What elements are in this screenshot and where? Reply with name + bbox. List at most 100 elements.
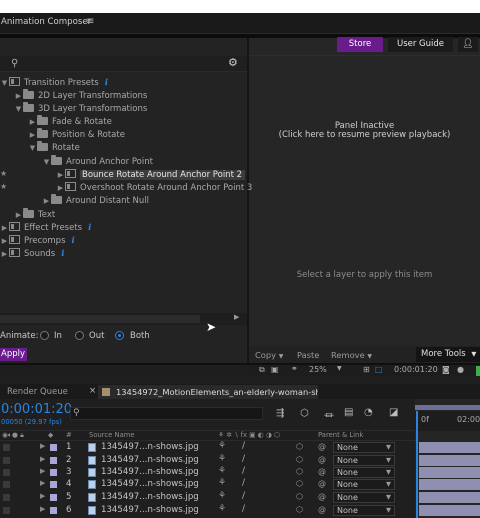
tree-item-transition-presets[interactable]: ▼ Transition Presets i	[0, 77, 108, 90]
chevron-right-icon[interactable]: ▶	[28, 129, 37, 142]
panel-divider[interactable]	[247, 38, 249, 363]
panel-menu-icon[interactable]: ≡	[86, 16, 94, 27]
source-name-header[interactable]: Source Name	[89, 431, 135, 439]
3d-layer-icon[interactable]: ⬡	[296, 442, 303, 451]
favorite-star-icon[interactable]: ★	[0, 169, 7, 178]
pick-whip-icon[interactable]: @	[318, 455, 326, 464]
info-icon[interactable]: i	[61, 249, 64, 259]
frame-blending-icon[interactable]: ▤	[344, 407, 353, 418]
account-icon[interactable]: 👤︎	[458, 37, 478, 52]
3d-layer-icon[interactable]: ⬡	[296, 455, 303, 464]
layer-name[interactable]: 1345497...n-shows.jpg	[101, 455, 199, 465]
visibility-toggle[interactable]	[3, 457, 10, 464]
work-area-bar[interactable]	[415, 405, 480, 410]
chevron-right-icon[interactable]: ▶	[40, 505, 45, 513]
snapshot-icon[interactable]: ⧉	[259, 365, 265, 375]
tree-item-3d-layer[interactable]: ▼ 3D Layer Transformations	[14, 102, 147, 116]
quality-icon[interactable]: /	[242, 466, 245, 476]
current-time-display[interactable]: 0:00:01:20	[1, 402, 72, 417]
copy-button[interactable]: Copy ▼	[255, 349, 283, 361]
paste-button[interactable]: Paste	[297, 349, 319, 361]
tree-item-overshoot-rotate[interactable]: ▶ Overshoot Rotate Around Anchor Point 3	[56, 182, 252, 195]
zoom-select[interactable]: 25%	[309, 365, 327, 374]
visibility-toggle[interactable]	[3, 444, 10, 451]
layer-duration-bar[interactable]	[419, 479, 480, 490]
parent-select[interactable]: None ▼	[333, 467, 395, 478]
close-icon[interactable]: ×	[89, 386, 96, 396]
parent-select[interactable]: None ▼	[333, 442, 395, 453]
table-row[interactable]: ▶ 6 1345497...n-shows.jpg ⚘ / ⬡ @ None ▼	[0, 504, 415, 517]
quality-icon[interactable]: /	[242, 491, 245, 501]
label-color[interactable]	[50, 469, 57, 476]
parent-select[interactable]: None ▼	[333, 505, 395, 516]
radio-both[interactable]	[115, 331, 124, 340]
parent-select[interactable]: None ▼	[333, 455, 395, 466]
parent-select[interactable]: None ▼	[333, 479, 395, 490]
table-row[interactable]: ▶ 1 1345497...n-shows.jpg ⚘ / ⬡ @ None ▼	[0, 441, 415, 454]
info-icon[interactable]: i	[105, 78, 108, 88]
shy-icon[interactable]: ⚘	[218, 441, 226, 451]
tree-item-position-rotate[interactable]: ▶ Position & Rotate	[28, 128, 125, 142]
chevron-down-icon[interactable]: ▼	[337, 365, 342, 372]
layer-duration-bar[interactable]	[419, 505, 480, 516]
graph-editor-icon[interactable]: ◪	[389, 407, 398, 418]
grid-icon[interactable]: ⊞	[363, 365, 370, 374]
3d-layer-icon[interactable]: ⬡	[296, 492, 303, 501]
remove-button[interactable]: Remove ▼	[331, 349, 372, 361]
radio-out[interactable]	[75, 331, 84, 340]
3d-layer-icon[interactable]: ⬡	[296, 505, 303, 514]
store-button[interactable]: Store	[337, 37, 383, 52]
chevron-right-icon[interactable]: ▶	[40, 479, 45, 487]
timeline-search-input[interactable]	[70, 407, 263, 420]
tree-item-bounce-rotate[interactable]: ▶ Bounce Rotate Around Anchor Point 2	[56, 169, 246, 182]
tree-item-precomps[interactable]: ▶ Precomps i	[0, 235, 75, 248]
label-color[interactable]	[50, 507, 57, 514]
tab-render-queue[interactable]: Render Queue	[7, 387, 68, 397]
favorite-star-icon[interactable]: ★	[0, 182, 7, 191]
chevron-down-icon[interactable]: ▼	[42, 156, 51, 169]
channel-icon[interactable]: ●	[457, 365, 464, 374]
chevron-right-icon[interactable]: ▶	[0, 248, 9, 261]
3d-layer-icon[interactable]: ⬡	[296, 479, 303, 488]
layer-name[interactable]: 1345497...n-shows.jpg	[101, 505, 199, 515]
layer-duration-bar[interactable]	[419, 455, 480, 466]
chevron-right-icon[interactable]: ▶	[42, 195, 51, 208]
shy-icon[interactable]: ⚘	[218, 466, 226, 476]
preview-inactive-hint[interactable]: (Click here to resume preview playback)	[249, 130, 480, 140]
table-row[interactable]: ▶ 4 1345497...n-shows.jpg ⚘ / ⬡ @ None ▼	[0, 478, 415, 491]
region-icon[interactable]: ▣	[271, 365, 279, 374]
chevron-down-icon[interactable]: ▼	[28, 142, 37, 155]
label-color[interactable]	[50, 444, 57, 451]
quality-icon[interactable]: /	[242, 478, 245, 488]
tree-item-sounds[interactable]: ▶ Sounds i	[0, 248, 64, 261]
shy-icon[interactable]: ⚘	[218, 491, 226, 501]
chevron-right-icon[interactable]: ▶	[40, 492, 45, 500]
chevron-right-icon[interactable]: ▶	[14, 209, 23, 222]
tree-item-rotate[interactable]: ▼ Rotate	[28, 141, 80, 155]
viewer-timecode[interactable]: 0:00:01:20	[394, 365, 438, 374]
visibility-toggle[interactable]	[3, 507, 10, 514]
mask-icon[interactable]: ⚭	[291, 364, 298, 373]
layer-duration-bar[interactable]	[419, 467, 480, 478]
gear-icon[interactable]: ⚙	[228, 56, 238, 69]
scrollbar-thumb[interactable]	[0, 315, 200, 323]
library-search-input[interactable]	[0, 56, 247, 72]
table-row[interactable]: ▶ 5 1345497...n-shows.jpg ⚘ / ⬡ @ None ▼	[0, 491, 415, 504]
pick-whip-icon[interactable]: @	[318, 505, 326, 514]
parent-select[interactable]: None ▼	[333, 492, 395, 503]
chevron-right-icon[interactable]: ▶	[28, 116, 37, 129]
visibility-toggle[interactable]	[3, 469, 10, 476]
layer-name[interactable]: 1345497...n-shows.jpg	[101, 479, 199, 489]
layer-name[interactable]: 1345497...n-shows.jpg	[101, 492, 199, 502]
user-guide-button[interactable]: User Guide	[388, 37, 453, 52]
comp-flowchart-icon[interactable]: ⇶	[276, 408, 284, 419]
motion-blur-icon[interactable]: ◔	[364, 407, 373, 418]
chevron-right-icon[interactable]: ▶	[40, 467, 45, 475]
table-row[interactable]: ▶ 3 1345497...n-shows.jpg ⚘ / ⬡ @ None ▼	[0, 466, 415, 479]
camera-icon[interactable]: ◙	[442, 365, 450, 374]
tree-item-around-anchor-point[interactable]: ▼ Around Anchor Point	[42, 155, 153, 169]
layer-name[interactable]: 1345497...n-shows.jpg	[101, 442, 199, 452]
more-tools-button[interactable]: More Tools ▼	[416, 347, 480, 362]
shy-icon[interactable]: ⚘	[218, 478, 226, 488]
pick-whip-icon[interactable]: @	[318, 467, 326, 476]
